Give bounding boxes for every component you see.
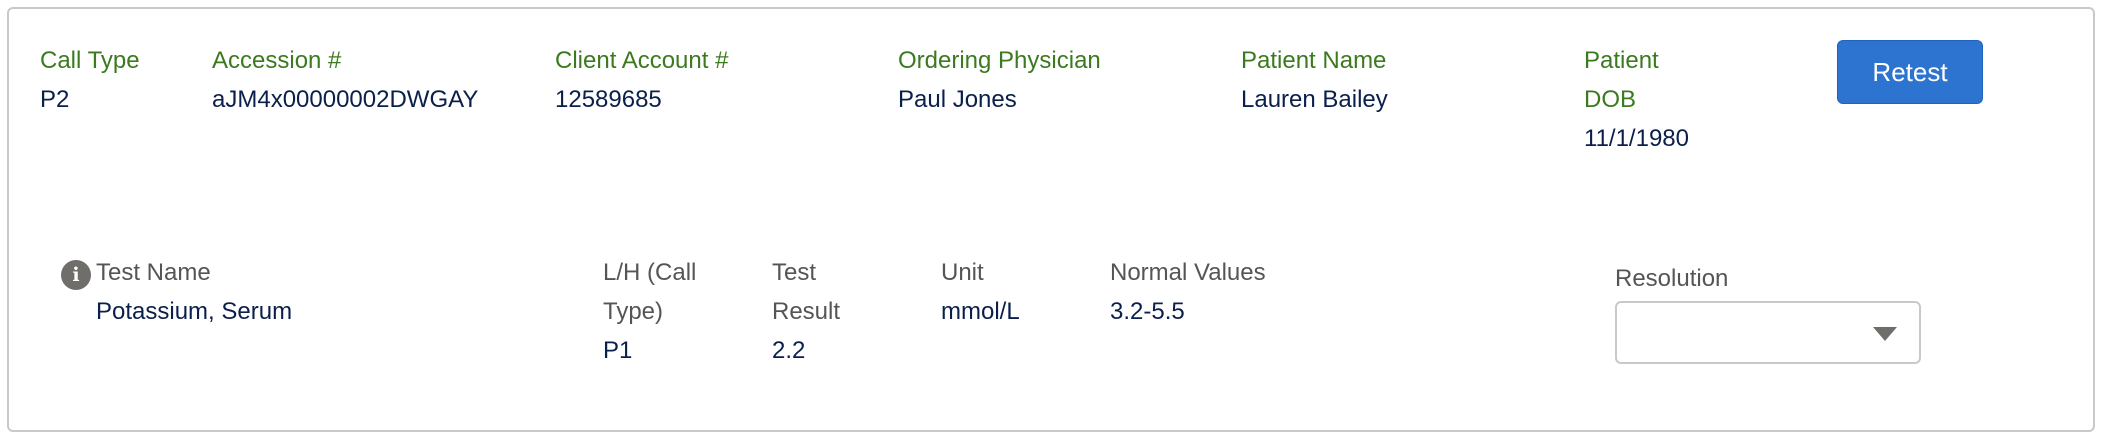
call-type-value: P2 [40,86,70,113]
test-result-value: 2.2 [772,337,806,364]
call-type-field: Call Type P2 [40,41,140,119]
lh-call-type-value: P1 [603,337,633,364]
resolution-label: Resolution [1615,265,1729,292]
chevron-down-icon [1873,327,1897,341]
unit-label: Unit [941,259,984,286]
ordering-physician-label: Ordering Physician [898,47,1101,74]
ordering-physician-value: Paul Jones [898,86,1017,113]
patient-dob-label-line2: DOB [1584,86,1637,113]
patient-name-label: Patient Name [1241,47,1387,74]
lh-call-type-label-line1: L/H (Call [603,259,697,286]
test-result-field: Test Result 2.2 [772,253,840,370]
resolution-select[interactable] [1615,301,1921,364]
retest-button[interactable]: Retest [1837,40,1983,104]
client-account-field: Client Account # 12589685 [555,41,728,119]
accession-label: Accession # [212,47,342,74]
client-account-label: Client Account # [555,47,729,74]
client-account-value: 12589685 [555,86,662,113]
unit-value: mmol/L [941,298,1020,325]
test-result-label-line1: Test [772,259,817,286]
test-result-label-line2: Result [772,298,841,325]
info-icon[interactable]: i [61,260,91,290]
patient-name-field: Patient Name Lauren Bailey [1241,41,1388,119]
test-name-label: Test Name [96,259,211,286]
accession-value: aJM4x00000002DWGAY [212,86,479,113]
lh-call-type-field: L/H (Call Type) P1 [603,253,696,370]
lh-call-type-label-line2: Type) [603,298,664,325]
normal-values-field: Normal Values 3.2-5.5 [1110,253,1266,331]
normal-values-value: 3.2-5.5 [1110,298,1185,325]
test-name-field: Test Name Potassium, Serum [96,253,292,331]
patient-dob-value: 11/1/1980 [1584,125,1689,152]
ordering-physician-field: Ordering Physician Paul Jones [898,41,1101,119]
patient-name-value: Lauren Bailey [1241,86,1388,113]
normal-values-label: Normal Values [1110,259,1266,286]
accession-field: Accession # aJM4x00000002DWGAY [212,41,478,119]
test-name-value: Potassium, Serum [96,298,293,325]
patient-dob-label-line1: Patient [1584,47,1659,74]
unit-field: Unit mmol/L [941,253,1020,331]
patient-dob-field: Patient DOB 11/1/1980 [1584,41,1689,158]
call-type-label: Call Type [40,47,140,74]
